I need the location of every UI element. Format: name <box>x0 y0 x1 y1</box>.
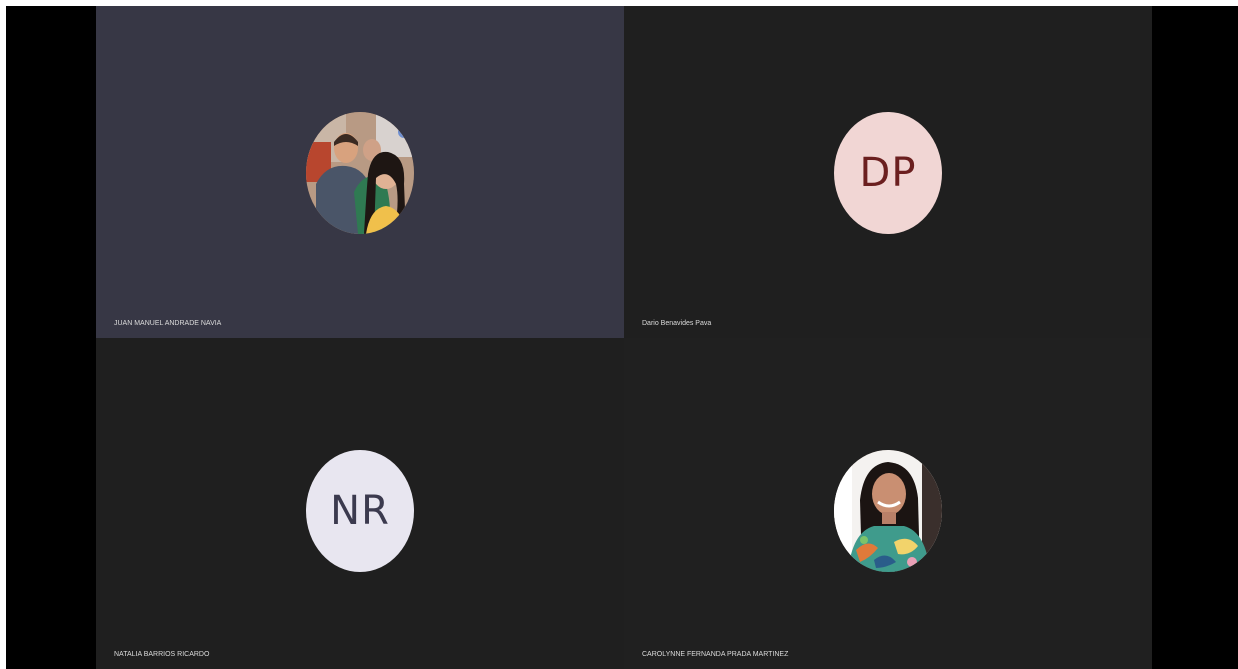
participant-photo-icon <box>306 112 414 234</box>
participant-tile-natalia-barrios-ricardo[interactable]: NR NATALIA BARRIOS RICARDO <box>96 338 624 669</box>
group-photo-icon <box>306 112 414 234</box>
meeting-stage: JUAN MANUEL ANDRADE NAVIA DP Dario Benav… <box>6 6 1238 669</box>
participant-name: NATALIA BARRIOS RICARDO <box>114 651 210 658</box>
participant-initials-avatar: NR <box>306 450 414 572</box>
portrait-photo-icon <box>834 450 942 572</box>
participant-tile-juan-manuel-andrade-navia[interactable]: JUAN MANUEL ANDRADE NAVIA <box>96 6 624 338</box>
participant-name: CAROLYNNE FERNANDA PRADA MARTINEZ <box>642 651 789 658</box>
participant-grid: JUAN MANUEL ANDRADE NAVIA DP Dario Benav… <box>96 6 1152 669</box>
participant-initials-avatar: DP <box>834 112 942 234</box>
participant-photo-icon <box>834 450 942 572</box>
participant-name: Dario Benavides Pava <box>642 320 712 327</box>
participant-tile-dario-benavides-pava[interactable]: DP Dario Benavides Pava <box>624 6 1152 338</box>
participant-name: JUAN MANUEL ANDRADE NAVIA <box>114 320 222 327</box>
avatar-initials: NR <box>330 488 390 534</box>
avatar-initials: DP <box>859 150 917 196</box>
participant-tile-carolynne-fernanda-prada-martinez[interactable]: CAROLYNNE FERNANDA PRADA MARTINEZ <box>624 338 1152 669</box>
